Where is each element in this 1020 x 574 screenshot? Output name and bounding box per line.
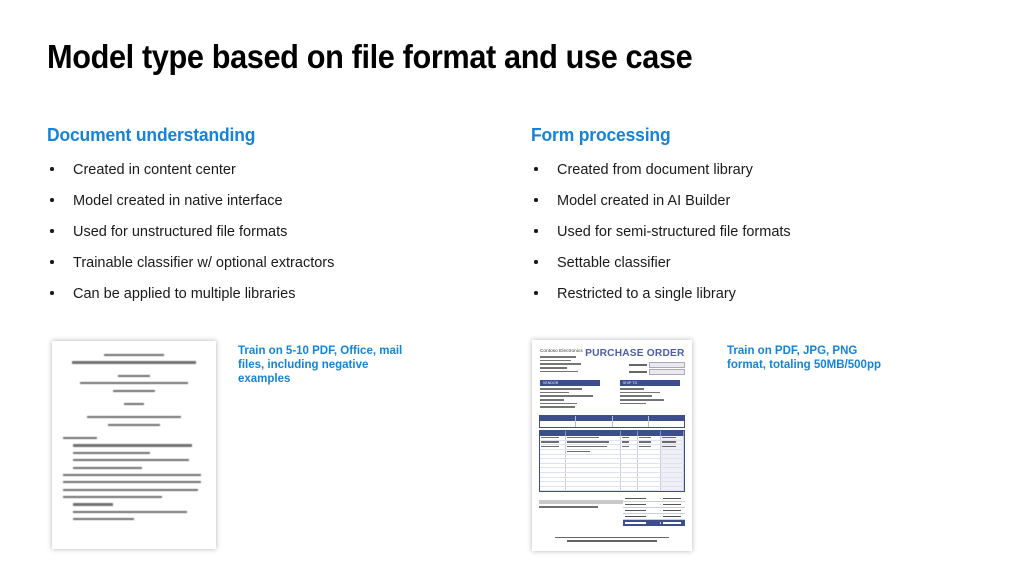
bullet-dot-icon xyxy=(534,167,538,171)
list-item-label: Settable classifier xyxy=(557,255,671,271)
list-item: Used for semi-structured file formats xyxy=(531,222,961,253)
list-item-label: Model created in native interface xyxy=(73,193,283,209)
po-totals-block xyxy=(623,496,685,526)
list-item: Settable classifier xyxy=(531,253,961,284)
list-item-label: Created in content center xyxy=(73,162,236,178)
po-grand-total-row xyxy=(623,520,685,526)
bullet-dot-icon xyxy=(534,260,538,264)
bullet-dot-icon xyxy=(50,167,54,171)
po-shipto-block: SHIP TO xyxy=(620,380,680,406)
column-form-processing: Form processing Created from document li… xyxy=(531,125,961,315)
list-item-label: Model created in AI Builder xyxy=(557,193,731,209)
purchase-order-doc-title: PURCHASE ORDER xyxy=(585,347,685,359)
list-item: Model created in AI Builder xyxy=(531,191,961,222)
list-item: Restricted to a single library xyxy=(531,284,961,315)
list-item: Created in content center xyxy=(47,160,477,191)
list-item-label: Trainable classifier w/ optional extract… xyxy=(73,255,335,271)
purchase-order-thumbnail-image: PURCHASE ORDER Contoso Electronics VENDO… xyxy=(532,340,692,551)
po-line-items-table xyxy=(539,430,685,493)
po-shipto-label: SHIP TO xyxy=(620,380,680,386)
list-item-label: Can be applied to multiple libraries xyxy=(73,286,296,302)
list-item-label: Restricted to a single library xyxy=(557,286,736,302)
po-notes-block xyxy=(539,500,623,508)
document-thumbnail-image xyxy=(52,341,216,549)
bullet-dot-icon xyxy=(50,291,54,295)
purchase-order-page-render: PURCHASE ORDER Contoso Electronics VENDO… xyxy=(532,340,692,551)
thumbnail-caption-document-understanding: Train on 5-10 PDF, Office, mail files, i… xyxy=(238,345,403,385)
column-heading-document-understanding: Document understanding xyxy=(47,125,256,145)
table-row xyxy=(540,486,684,492)
list-item: Can be applied to multiple libraries xyxy=(47,284,477,315)
thumbnail-caption-form-processing: Train on PDF, JPG, PNG format, totaling … xyxy=(727,345,881,371)
po-footer-text xyxy=(539,536,685,544)
po-meta-fields xyxy=(629,362,685,376)
page-title: Model type based on file format and use … xyxy=(47,38,693,75)
column-heading-form-processing: Form processing xyxy=(531,125,671,145)
po-vendor-label: VENDOR xyxy=(540,380,600,386)
bullet-list-form-processing: Created from document library Model crea… xyxy=(531,160,961,315)
column-document-understanding: Document understanding Created in conten… xyxy=(47,125,477,315)
list-item: Used for unstructured file formats xyxy=(47,222,477,253)
po-requisition-strip xyxy=(539,415,685,428)
list-item-label: Used for unstructured file formats xyxy=(73,224,288,240)
bullet-dot-icon xyxy=(534,198,538,202)
bullet-dot-icon xyxy=(534,291,538,295)
list-item: Model created in native interface xyxy=(47,191,477,222)
bullet-dot-icon xyxy=(534,229,538,233)
document-page-render xyxy=(52,341,216,549)
bullet-list-document-understanding: Created in content center Model created … xyxy=(47,160,477,315)
purchase-order-company-name: Contoso Electronics xyxy=(540,348,583,353)
list-item-label: Created from document library xyxy=(557,162,753,178)
po-vendor-block: VENDOR xyxy=(540,380,600,410)
list-item-label: Used for semi-structured file formats xyxy=(557,224,791,240)
bullet-dot-icon xyxy=(50,198,54,202)
bullet-dot-icon xyxy=(50,229,54,233)
list-item: Trainable classifier w/ optional extract… xyxy=(47,253,477,284)
list-item: Created from document library xyxy=(531,160,961,191)
bullet-dot-icon xyxy=(50,260,54,264)
po-sender-address xyxy=(540,356,598,374)
